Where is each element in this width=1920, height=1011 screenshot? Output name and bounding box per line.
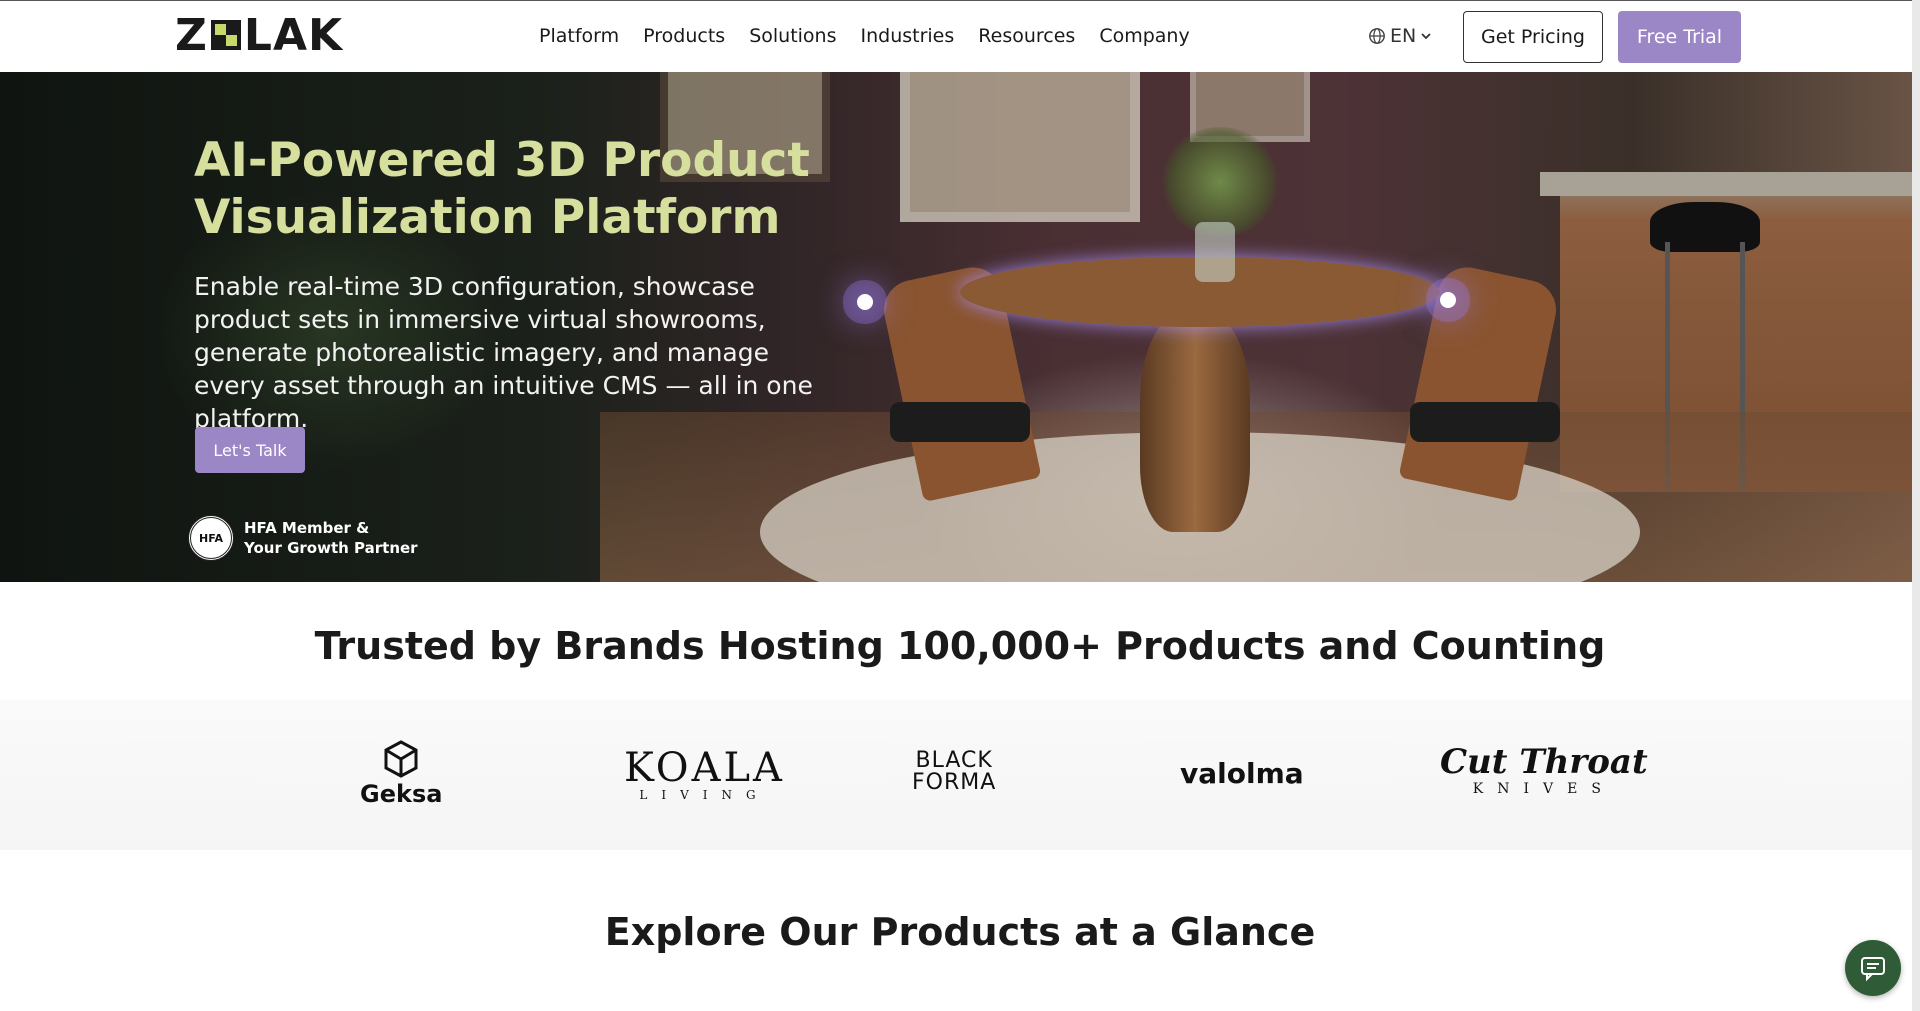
hfa-seal-icon: HFA xyxy=(188,515,234,561)
chair-seat xyxy=(890,402,1030,442)
language-label: EN xyxy=(1390,25,1417,47)
menu-item-products[interactable]: Products xyxy=(643,25,725,47)
black-name: BLACK xyxy=(915,748,993,773)
get-pricing-button[interactable]: Get Pricing xyxy=(1463,11,1603,63)
page-scrollbar[interactable] xyxy=(1912,0,1920,1011)
globe-icon xyxy=(1369,28,1385,44)
menu-item-company[interactable]: Company xyxy=(1099,25,1189,47)
brand-logo-koala: KOALA LIVING xyxy=(624,748,785,802)
zolak-logo[interactable]: Z LAK xyxy=(175,10,343,61)
free-trial-button[interactable]: Free Trial xyxy=(1618,11,1741,63)
chevron-down-icon xyxy=(1421,33,1431,40)
table-pedestal xyxy=(1140,312,1250,532)
brand-logo-valolma: valolma xyxy=(1180,757,1304,790)
koala-sub: LIVING xyxy=(639,788,770,802)
table-plant xyxy=(1160,127,1280,237)
geksa-hexagon-icon xyxy=(384,740,418,778)
wall-frame-center xyxy=(900,72,1140,222)
valolma-name: valolma xyxy=(1180,757,1304,790)
hero-title: AI-Powered 3D Product Visualization Plat… xyxy=(194,133,810,245)
hfa-seal-text: HFA xyxy=(199,531,223,545)
menu-item-industries[interactable]: Industries xyxy=(861,25,955,47)
menu-item-resources[interactable]: Resources xyxy=(978,25,1075,47)
cutthroat-name: Cut Throat xyxy=(1440,742,1648,782)
language-selector[interactable]: EN xyxy=(1368,25,1432,47)
hotspot-right[interactable] xyxy=(1440,292,1456,308)
forma-name: FORMA xyxy=(912,770,997,795)
hfa-badge: HFA HFA Member & Your Growth Partner xyxy=(188,515,418,561)
kitchen-countertop xyxy=(1540,172,1920,196)
lets-talk-button[interactable]: Let's Talk xyxy=(195,427,305,473)
hero-description: Enable real-time 3D configuration, showc… xyxy=(194,272,813,433)
hotspot-left[interactable] xyxy=(857,294,873,310)
explore-heading: Explore Our Products at a Glance xyxy=(604,910,1316,954)
cutthroat-sub: KNIVES xyxy=(1472,781,1615,797)
koala-name: KOALA xyxy=(624,745,785,791)
brand-logo-blackforma: BLACK FORMA xyxy=(912,750,996,794)
menu-item-solutions[interactable]: Solutions xyxy=(749,25,836,47)
menu-item-platform[interactable]: Platform xyxy=(539,25,619,47)
brand-logo-geksa: Geksa xyxy=(360,740,442,808)
top-navbar: Z LAK Platform Products Solutions Indust… xyxy=(0,0,1920,72)
chair-seat xyxy=(1410,402,1560,442)
logo-letters-lak: LAK xyxy=(243,9,344,61)
glass-vase xyxy=(1195,222,1235,282)
hfa-badge-text: HFA Member & Your Growth Partner xyxy=(244,518,418,558)
hero-section: AI-Powered 3D Product Visualization Plat… xyxy=(0,72,1920,582)
hfa-badge-line2: Your Growth Partner xyxy=(244,539,418,557)
trusted-heading: Trusted by Brands Hosting 100,000+ Produ… xyxy=(314,624,1606,668)
chat-widget-button[interactable] xyxy=(1845,940,1901,996)
geksa-name: Geksa xyxy=(360,780,443,808)
logo-letter-z: Z xyxy=(175,9,208,61)
chat-icon xyxy=(1861,957,1885,982)
hfa-badge-line1: HFA Member & xyxy=(244,519,370,537)
main-menu: Platform Products Solutions Industries R… xyxy=(539,25,1190,47)
brand-logo-cutthroat: Cut Throat KNIVES xyxy=(1440,743,1648,797)
logo-square-icon xyxy=(210,20,241,50)
